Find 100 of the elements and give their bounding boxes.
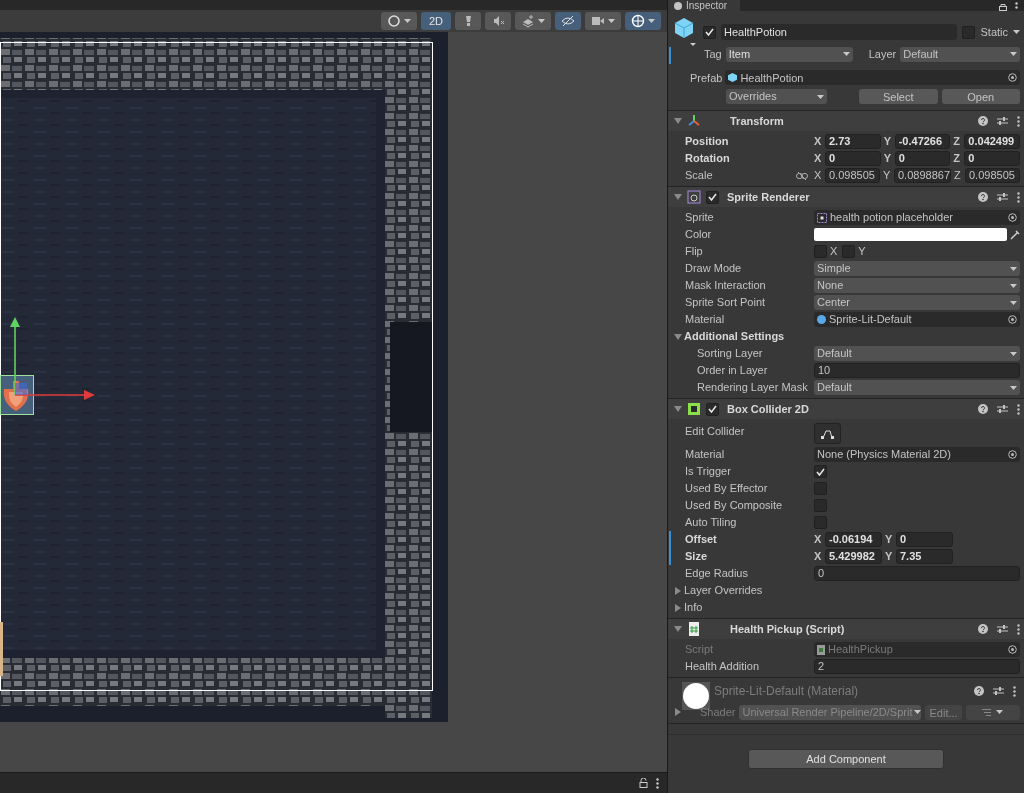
prefab-button[interactable]: Open (941, 89, 1020, 104)
dropdown[interactable]: Default (814, 380, 1020, 395)
object-picker-icon[interactable] (1008, 645, 1017, 654)
scene-toolbar-button[interactable] (585, 12, 621, 30)
scene-toolbar-button[interactable] (455, 12, 481, 30)
checkbox[interactable] (814, 465, 827, 478)
chain-link-icon[interactable] (796, 171, 808, 180)
number-field[interactable]: 7.35 (896, 549, 953, 564)
menu-icon[interactable] (1017, 623, 1020, 635)
dropdown-caret-icon (1010, 266, 1017, 271)
help-icon[interactable] (978, 624, 988, 634)
number-field[interactable]: 0.042499 (964, 134, 1020, 149)
expanded-arrow-icon[interactable] (674, 625, 682, 633)
prefab-field[interactable]: HealthPotion (725, 70, 1020, 86)
edit-collider-button[interactable] (814, 423, 841, 444)
number-field[interactable]: 0 (825, 151, 881, 166)
number-field[interactable]: 0 (896, 532, 953, 547)
menu-icon[interactable] (656, 777, 659, 789)
eyedropper-icon[interactable] (1010, 229, 1020, 240)
value-field[interactable]: 2 (814, 659, 1020, 674)
axis-label: X (814, 549, 822, 565)
prefab-button[interactable]: Select (859, 89, 938, 104)
number-field[interactable]: 0.098505 (965, 168, 1020, 183)
number-field[interactable]: 5.429982 (825, 549, 882, 564)
menu-icon[interactable] (1013, 685, 1016, 697)
number-field[interactable]: -0.06194 (825, 532, 882, 547)
number-field[interactable]: 0.0898867 (894, 168, 951, 183)
checkbox[interactable] (706, 402, 719, 416)
layer-dropdown[interactable]: Default (900, 46, 1020, 62)
axis-label: Z (953, 134, 962, 150)
checkbox[interactable] (842, 245, 856, 258)
object-picker-icon[interactable] (1008, 450, 1017, 459)
sliders-icon[interactable] (997, 192, 1008, 202)
property-label: Edge Radius (684, 566, 749, 582)
number-field[interactable]: 0.098505 (825, 168, 880, 183)
help-icon[interactable] (978, 116, 988, 126)
axis-label: X (814, 532, 822, 548)
menu-icon[interactable] (1017, 403, 1020, 415)
object-picker-icon[interactable] (1008, 315, 1017, 324)
scene-toolbar-button[interactable] (555, 12, 581, 30)
number-field[interactable]: 2.73 (825, 134, 881, 149)
dropdown[interactable]: None (814, 278, 1020, 293)
object-field[interactable]: Sprite-Lit-Default (814, 312, 1020, 327)
number-field[interactable]: 0 (964, 151, 1020, 166)
help-icon[interactable] (978, 404, 988, 414)
menu-icon[interactable] (1017, 191, 1020, 203)
value-field[interactable]: 10 (814, 363, 1020, 378)
lock-icon[interactable] (999, 2, 1007, 11)
sliders-icon[interactable] (993, 686, 1004, 696)
number-field[interactable]: -0.47266 (894, 134, 951, 149)
checkbox[interactable] (814, 482, 827, 495)
dropdown-value: None (817, 278, 844, 294)
expanded-arrow-icon[interactable] (674, 332, 682, 341)
dropdown[interactable]: Default (814, 346, 1020, 361)
value-field[interactable]: 0 (814, 566, 1020, 581)
scene-toolbar-button[interactable] (485, 12, 511, 30)
menu-icon[interactable] (1015, 2, 1018, 11)
collapsed-arrow-icon[interactable] (675, 708, 681, 716)
foldout-label[interactable]: Info (684, 599, 703, 616)
checkbox[interactable] (962, 25, 976, 39)
component-title[interactable]: Transform (730, 112, 784, 130)
scene-toolbar-button[interactable] (625, 12, 661, 30)
dropdown[interactable]: Center (814, 295, 1020, 310)
tag-dropdown[interactable]: Item (725, 46, 853, 62)
collapsed-arrow-icon[interactable] (674, 586, 682, 595)
number-field[interactable]: 0 (894, 151, 951, 166)
sliders-icon[interactable] (997, 116, 1008, 126)
dropdown-caret-icon (1010, 385, 1017, 390)
object-name-field[interactable]: HealthPotion (721, 24, 958, 40)
foldout-label[interactable]: Additional Settings (684, 328, 785, 345)
scene-toolbar-button[interactable]: 2D (420, 12, 451, 30)
lock-icon[interactable] (639, 778, 648, 788)
color-swatch[interactable] (814, 228, 1007, 241)
checkbox[interactable] (703, 25, 716, 39)
foldout-label[interactable]: Layer Overrides (684, 582, 763, 599)
scene-toolbar-button[interactable] (515, 12, 551, 30)
expanded-arrow-icon[interactable] (674, 117, 682, 125)
checkbox[interactable] (814, 245, 827, 258)
sliders-icon[interactable] (997, 404, 1008, 414)
axis-label: Y (883, 151, 892, 167)
dropdown[interactable]: Simple (814, 261, 1020, 276)
help-icon[interactable] (974, 686, 984, 696)
checkbox[interactable] (814, 516, 827, 529)
object-picker-icon[interactable] (1008, 73, 1017, 83)
object-field[interactable]: None (Physics Material 2D) (814, 447, 1020, 462)
expanded-arrow-icon[interactable] (674, 193, 682, 201)
checkbox[interactable] (814, 499, 827, 512)
sliders-icon[interactable] (997, 624, 1008, 634)
collapsed-arrow-icon[interactable] (674, 603, 682, 612)
menu-icon[interactable] (1017, 115, 1020, 127)
checkbox[interactable] (706, 190, 719, 204)
object-picker-icon[interactable] (1008, 213, 1017, 222)
object-field[interactable]: health potion placeholder (814, 210, 1020, 225)
expanded-arrow-icon[interactable] (674, 405, 682, 413)
list-options-button[interactable] (965, 704, 1020, 720)
add-component-button[interactable]: Add Component (748, 749, 944, 769)
help-icon[interactable] (978, 192, 988, 202)
property-label: Used By Effector (684, 481, 769, 497)
scene-toolbar-button[interactable] (380, 12, 417, 30)
overrides-dropdown[interactable]: Overrides (726, 89, 827, 104)
